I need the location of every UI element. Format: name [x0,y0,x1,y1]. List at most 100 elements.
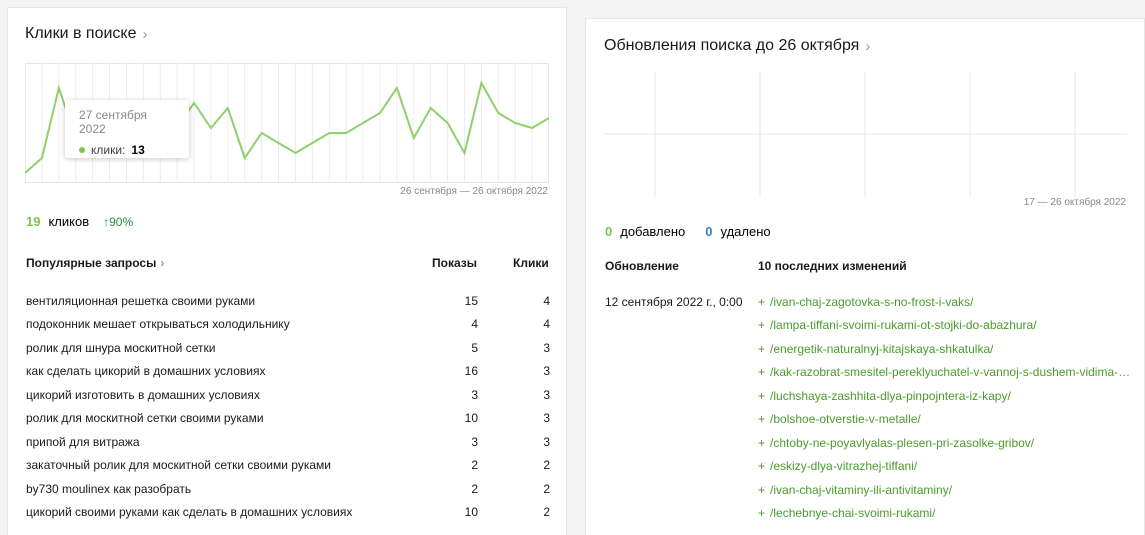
query-shows: 3 [471,387,478,402]
popular-queries-header-link[interactable]: Популярные запросы › [26,256,164,270]
query-text: как сделать цикорий в домашних условиях [26,364,266,379]
plus-icon: + [758,365,766,380]
query-clicks: 2 [543,505,550,520]
chevron-right-icon: › [160,256,165,270]
query-text: припой для витража [26,434,140,449]
change-path: /energetik-naturalnyj-kitajskaya-shkatul… [770,341,994,356]
change-path: /lechebnye-chai-svoimi-rukami/ [770,506,936,521]
query-clicks: 3 [543,364,550,379]
query-row: ролик для москитной сетки своими руками 1… [26,407,550,431]
added-label: добавлено [620,224,686,239]
query-row: как сделать цикорий в домашних условиях 1… [26,360,550,384]
tooltip-series-dot [79,147,85,153]
query-row: подоконник мешает открываться холодильни… [26,313,550,337]
change-item[interactable]: + /bolshoe-otverstie-v-metalle/ [758,408,1132,432]
clicks-date-range: 26 сентября — 26 октября 2022 [400,186,548,197]
query-shows: 4 [471,317,478,332]
query-row: вентиляционная решетка своими руками 15 4 [26,289,550,313]
clicks-growth: ↑90% [103,214,134,229]
query-text: цикорий изготовить в домашних условиях [26,387,260,402]
chevron-right-icon: › [865,37,871,55]
query-text: вентиляционная решетка своими руками [26,293,256,308]
clicks-label: кликов [48,214,90,229]
change-item[interactable]: + /energetik-naturalnyj-kitajskaya-shkatu… [758,337,1132,361]
query-shows: 10 [464,411,478,426]
query-row: цикорий своими руками как сделать в дома… [26,501,550,525]
clicks-summary: 19 кликов ↑90% [26,214,133,229]
query-row: by730 moulinex как разобрать 2 2 [26,477,550,501]
update-date: 12 сентября 2022 г., 0:00 [605,295,743,309]
popular-queries-list: вентиляционная решетка своими руками 15 4 п… [26,289,550,524]
query-text: ролик для москитной сетки своими руками [26,411,264,426]
change-path: /luchshaya-zashhita-dlya-pinpojntera-iz-… [770,388,1011,403]
plus-icon: + [758,459,766,474]
shows-column-header: Показы [432,256,477,270]
plus-icon: + [758,412,766,427]
change-item[interactable]: + /lampa-tiffani-svoimi-rukami-ot-stojki-… [758,314,1132,338]
query-row: ролик для шнура москитной сетки 5 3 [26,336,550,360]
query-shows: 2 [471,481,478,496]
change-path: /lampa-tiffani-svoimi-rukami-ot-stojki-d… [770,318,1037,333]
query-text: закаточный ролик для москитной сетки сво… [26,458,331,473]
query-shows: 5 [471,340,478,355]
change-item[interactable]: + /eskizy-dlya-vitrazhej-tiffani/ [758,455,1132,479]
changes-list: + /ivan-chaj-zagotovka-s-no-frost-i-vaks/… [758,290,1132,525]
query-clicks: 3 [543,434,550,449]
tooltip-date: 27 сентября 2022 [79,108,147,136]
popular-queries-header: Популярные запросы [26,256,157,270]
search-updates-card: Обновления поиска до 26 октября › 17 — 2… [585,18,1145,535]
query-clicks: 3 [543,411,550,426]
change-path: /bolshoe-otverstie-v-metalle/ [770,412,921,427]
clicks-title: Клики в поиске [25,25,137,42]
query-text: подоконник мешает открываться холодильни… [26,317,290,332]
change-path: /eskizy-dlya-vitrazhej-tiffani/ [770,459,918,474]
change-item[interactable]: + /luchshaya-zashhita-dlya-pinpojntera-iz… [758,384,1132,408]
query-row: цикорий изготовить в домашних условиях 3 3 [26,383,550,407]
query-row: припой для витража 3 3 [26,430,550,454]
plus-icon: + [758,294,766,309]
chevron-right-icon: › [142,25,148,43]
updates-date-range: 17 — 26 октября 2022 [1023,197,1126,208]
plus-icon: + [758,341,766,356]
query-shows: 16 [464,364,478,379]
updates-title-link[interactable]: Обновления поиска до 26 октября › [604,37,870,55]
query-clicks: 4 [543,317,550,332]
tooltip-label: клики: [91,143,126,157]
changes-column-header: 10 последних изменений [758,259,907,273]
update-column-header: Обновление [605,259,679,273]
chart-tooltip: 27 сентября 2022 клики: 13 [65,100,189,158]
change-item[interactable]: + /kak-razobrat-smesitel-pereklyuchatel-v… [758,361,1132,385]
clicks-title-link[interactable]: Клики в поиске › [25,25,148,43]
query-row: закаточный ролик для москитной сетки сво… [26,454,550,478]
plus-icon: + [758,482,766,497]
query-shows: 15 [464,293,478,308]
query-shows: 2 [471,458,478,473]
change-path: /kak-razobrat-smesitel-pereklyuchatel-v-… [770,365,1132,380]
plus-icon: + [758,506,766,521]
tooltip-value: 13 [131,143,145,157]
change-path: /ivan-chaj-vitaminy-ili-antivitaminy/ [770,482,953,497]
added-count: 0 [605,224,613,239]
change-path: /chtoby-ne-poyavlyalas-plesen-pri-zasolk… [770,435,1035,450]
query-shows: 3 [471,434,478,449]
search-clicks-card: Клики в поиске › 27 сентября 2022 клики:… [7,7,567,535]
removed-label: удалено [720,224,771,239]
query-clicks: 2 [543,481,550,496]
query-clicks: 3 [543,340,550,355]
query-clicks: 2 [543,458,550,473]
updates-title: Обновления поиска до 26 октября [604,37,860,54]
updates-chart [603,71,1127,197]
change-item[interactable]: + /ivan-chaj-vitaminy-ili-antivitaminy/ [758,478,1132,502]
plus-icon: + [758,435,766,450]
updates-summary: 0 добавлено 0 удалено [605,224,771,239]
clicks-column-header: Клики [513,256,549,270]
change-item[interactable]: + /lechebnye-chai-svoimi-rukami/ [758,502,1132,526]
query-clicks: 4 [543,293,550,308]
plus-icon: + [758,388,766,403]
query-shows: 10 [464,505,478,520]
query-clicks: 3 [543,387,550,402]
change-item[interactable]: + /ivan-chaj-zagotovka-s-no-frost-i-vaks/ [758,290,1132,314]
change-item[interactable]: + /chtoby-ne-poyavlyalas-plesen-pri-zasol… [758,431,1132,455]
plus-icon: + [758,318,766,333]
query-text: цикорий своими руками как сделать в дома… [26,505,353,520]
